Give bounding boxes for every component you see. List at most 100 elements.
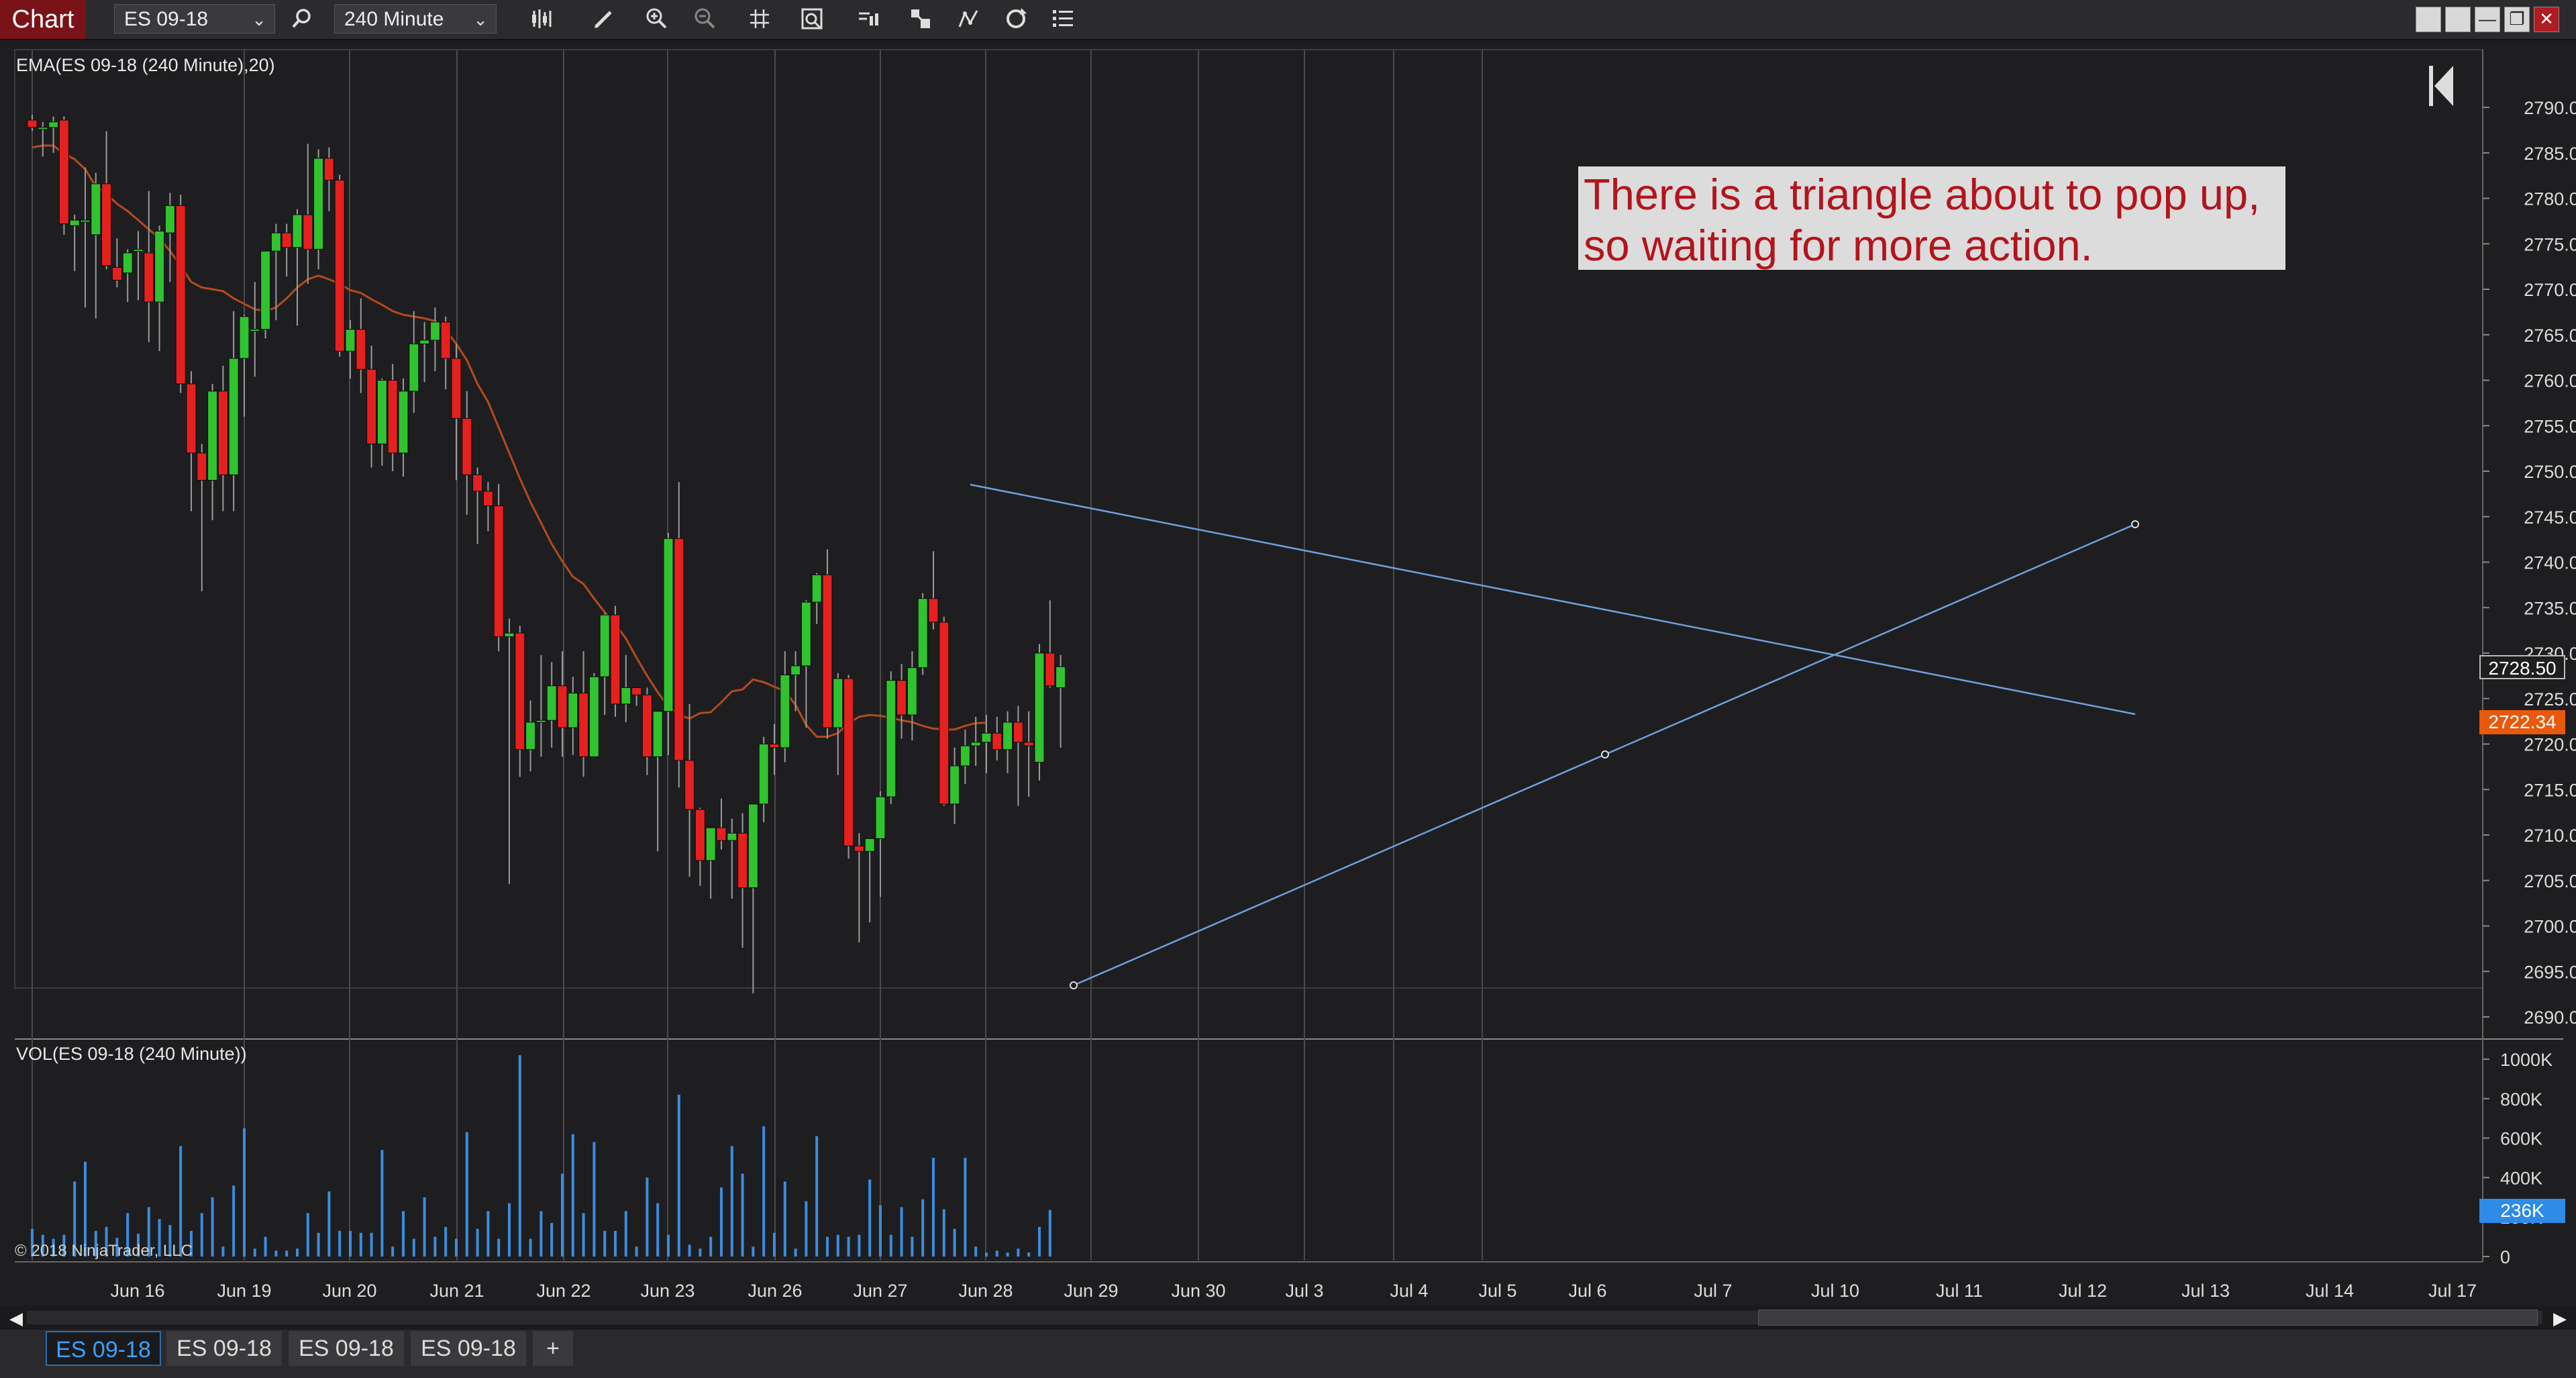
price-axis-label: 2695.00 (2524, 962, 2576, 982)
chevron-down-icon: ⌄ (252, 9, 266, 30)
price-axis-label: 2755.00 (2524, 416, 2576, 436)
up-candle (1034, 652, 1045, 763)
down-candle (1023, 742, 1034, 746)
price-axis-label: 2760.00 (2524, 371, 2576, 391)
down-candle (896, 680, 907, 716)
up-candle (705, 827, 716, 861)
up-candle (599, 614, 610, 677)
price-axis-label: 2700.00 (2524, 917, 2576, 937)
add-tab-button[interactable]: + (533, 1331, 573, 1366)
up-candle (270, 232, 281, 252)
data-box-icon[interactable] (854, 4, 883, 34)
up-candle (970, 742, 981, 746)
up-candle (748, 803, 758, 889)
up-candle (1002, 722, 1013, 750)
chart-toolbar: Chart ES 09-18 ⌄ 240 Minute ⌄ — ❐ ✕ (0, 0, 2576, 40)
copyright-text: © 2018 NinjaTrader, LLC (15, 1242, 193, 1260)
down-candle (186, 383, 197, 454)
date-axis-label: Jun 23 (640, 1281, 694, 1301)
up-candle (981, 732, 992, 743)
pencil-icon[interactable] (589, 4, 619, 34)
chart-text-annotation[interactable]: There is a triangle about to pop up, so … (1578, 166, 2285, 270)
up-candle (790, 665, 801, 676)
up-candle (907, 667, 917, 716)
tab-es-09-18-2[interactable]: ES 09-18 (166, 1331, 282, 1366)
scroll-left-icon[interactable]: ◀ (9, 1308, 23, 1329)
restore-icon[interactable]: ❐ (2504, 7, 2530, 32)
up-candle (164, 205, 175, 234)
trendline-anchor-handle (1070, 981, 1078, 989)
ema-indicator-label: EMA(ES 09-18 (240 Minute),20) (16, 55, 275, 75)
price-axis-label: 2785.00 (2524, 144, 2576, 164)
price-axis-label: 2690.00 (2524, 1007, 2576, 1028)
volume-axis-label: 0 (2500, 1247, 2510, 1267)
interval-selector[interactable]: 240 Minute ⌄ (334, 4, 497, 34)
down-candle (716, 827, 727, 841)
up-candle (525, 722, 536, 750)
tab-es-09-18-3[interactable]: ES 09-18 (289, 1331, 404, 1366)
date-axis-label: Jul 13 (2181, 1281, 2230, 1301)
up-candle (228, 358, 239, 475)
scroll-thumb[interactable] (1758, 1310, 2538, 1326)
volume-value-tag: 236K (2479, 1199, 2565, 1223)
up-candle (345, 329, 356, 352)
down-candle (822, 574, 833, 728)
zoom-in-icon[interactable] (641, 4, 671, 34)
up-candle (663, 538, 674, 712)
up-candle (546, 685, 557, 721)
up-candle (154, 230, 165, 303)
up-candle (260, 250, 271, 330)
trendline-anchor-handle (1601, 750, 1609, 758)
minimize-icon[interactable]: — (2475, 7, 2500, 32)
price-axis-label: 2725.00 (2524, 689, 2576, 709)
up-candle (292, 214, 303, 248)
up-candle (801, 601, 811, 667)
volume-indicator-label: VOL(ES 09-18 (240 Minute)) (16, 1044, 247, 1064)
up-candle (568, 693, 578, 728)
up-candle (875, 796, 886, 839)
indicator-icon[interactable] (954, 4, 984, 34)
reload-icon[interactable] (1001, 4, 1031, 34)
tile-icon[interactable] (2445, 7, 2471, 32)
up-candle (1055, 666, 1066, 688)
chart-window-tab[interactable]: Chart (0, 0, 86, 39)
up-candle (69, 219, 80, 226)
down-candle (610, 614, 621, 705)
horizontal-scrollbar[interactable]: ◀ ▶ (0, 1306, 2576, 1330)
zoom-out-icon[interactable] (690, 4, 719, 34)
search-icon[interactable] (287, 4, 317, 34)
scroll-to-start-icon[interactable] (2428, 64, 2455, 107)
instrument-selector[interactable]: ES 09-18 ⌄ (114, 4, 275, 34)
down-candle (197, 452, 207, 481)
close-icon[interactable]: ✕ (2534, 7, 2559, 32)
last-price-tag: 2728.50 (2479, 655, 2565, 679)
date-axis-label: Jul 7 (1694, 1281, 1732, 1301)
up-candle (419, 340, 430, 344)
down-candle (387, 380, 398, 454)
price-axis-label: 2715.00 (2524, 780, 2576, 800)
chevron-down-icon: ⌄ (473, 9, 488, 30)
bar-type-icon[interactable] (527, 4, 557, 34)
up-candle (886, 680, 896, 797)
tile-icon[interactable] (2416, 7, 2441, 32)
scroll-right-icon[interactable]: ▶ (2553, 1308, 2567, 1329)
up-candle (207, 391, 218, 481)
date-axis-label: Jul 5 (1478, 1281, 1516, 1301)
strategy-icon[interactable] (906, 4, 935, 34)
up-candle (250, 329, 260, 332)
list-icon[interactable] (1048, 4, 1078, 34)
down-candle (366, 368, 377, 444)
down-candle (674, 538, 684, 761)
down-candle (356, 329, 366, 370)
date-axis-label: Jul 6 (1568, 1281, 1606, 1301)
crosshair-icon[interactable] (745, 4, 774, 34)
up-candle (917, 598, 928, 669)
tab-es-09-18-1[interactable]: ES 09-18 (46, 1331, 161, 1366)
down-candle (27, 119, 38, 128)
price-axis-label: 2750.00 (2524, 462, 2576, 482)
down-candle (303, 214, 313, 250)
down-candle (631, 687, 642, 695)
properties-icon[interactable] (797, 4, 827, 34)
tab-es-09-18-4[interactable]: ES 09-18 (411, 1331, 526, 1366)
date-axis-label: Jul 14 (2306, 1281, 2354, 1301)
